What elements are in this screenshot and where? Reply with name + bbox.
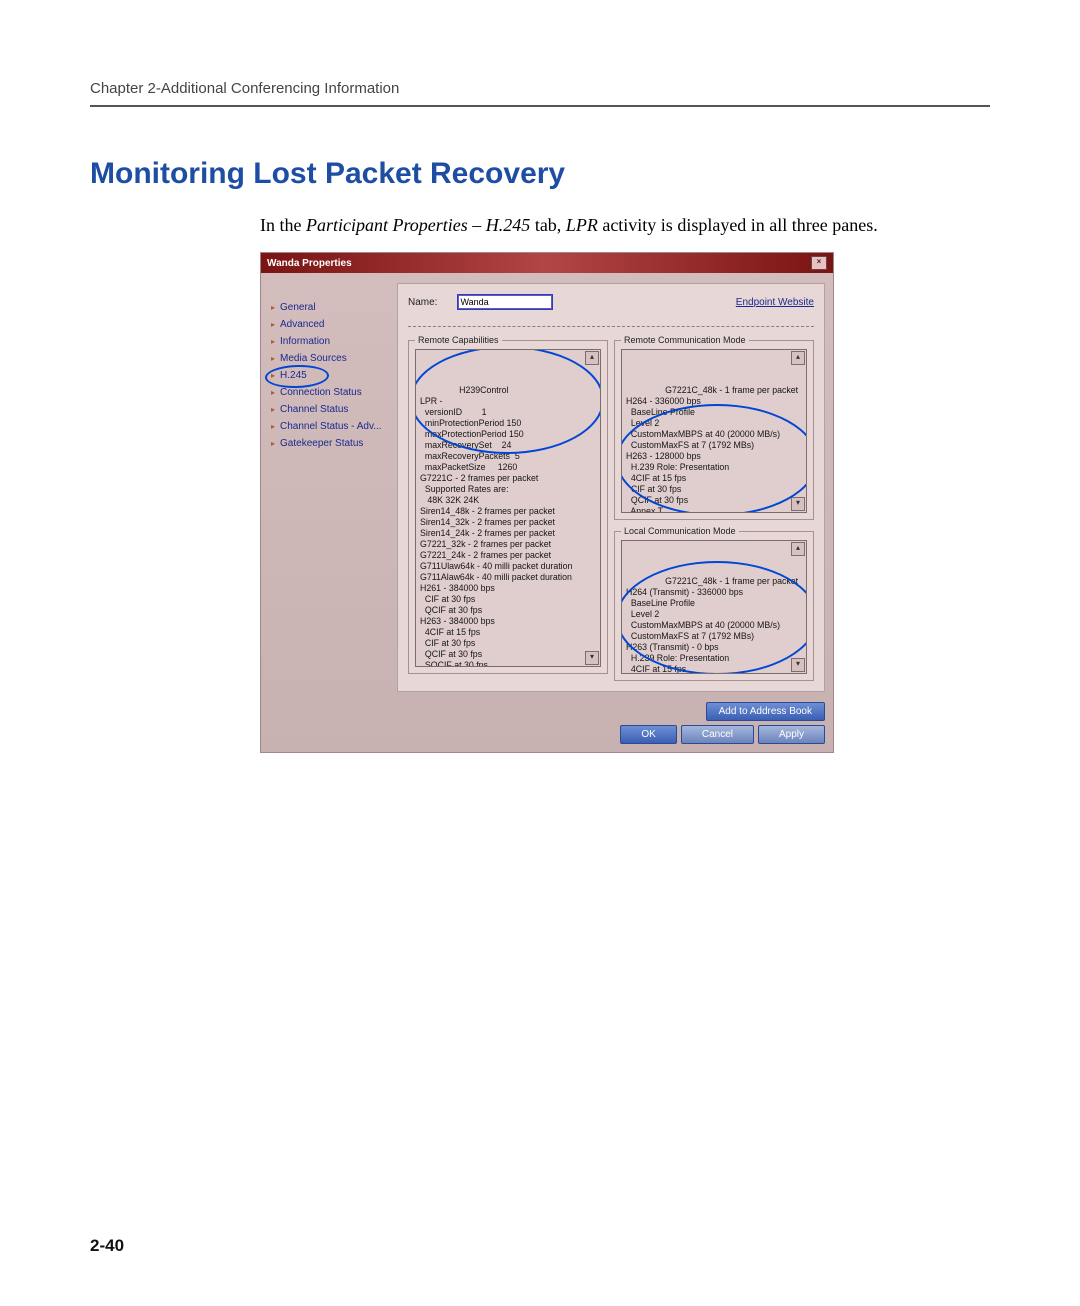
separator — [408, 326, 814, 327]
dialog-titlebar[interactable]: Wanda Properties × — [261, 253, 833, 273]
nav-gatekeeper-status-label: Gatekeeper Status — [280, 438, 363, 449]
remote-capabilities-group: Remote Capabilities ▴ ▾ H239Control LPR … — [408, 335, 608, 674]
nav-media-sources-label: Media Sources — [280, 353, 347, 364]
nav-connection-status[interactable]: ▸ Connection Status — [269, 384, 397, 401]
chevron-right-icon: ▸ — [271, 423, 275, 431]
nav-h245[interactable]: ▸ H.245 — [269, 367, 397, 384]
local-comm-mode-group: Local Communication Mode ▴ ▾ G7221C_48k … — [614, 526, 814, 681]
chevron-right-icon: ▸ — [271, 389, 275, 397]
scroll-down-icon[interactable]: ▾ — [791, 497, 805, 511]
chevron-right-icon: ▸ — [271, 304, 275, 312]
intro-italic: Participant Properties – H.245 — [306, 215, 530, 235]
scroll-down-icon[interactable]: ▾ — [585, 651, 599, 665]
apply-button[interactable]: Apply — [758, 725, 825, 744]
dialog-title: Wanda Properties — [267, 258, 352, 269]
local-comm-mode-legend: Local Communication Mode — [621, 526, 739, 536]
chevron-right-icon: ▸ — [271, 372, 275, 380]
nav-connection-status-label: Connection Status — [280, 387, 362, 398]
nav-general-label: General — [280, 302, 316, 313]
intro-suffix: activity is displayed in all three panes… — [598, 215, 878, 235]
page-number: 2-40 — [90, 1236, 124, 1256]
remote-comm-mode-group: Remote Communication Mode ▴ ▾ G7221C_48k… — [614, 335, 814, 520]
dialog-nav: ▸ General ▸ Advanced ▸ Information ▸ Media S… — [269, 283, 397, 692]
remote-comm-text: G7221C_48k - 1 frame per packet H264 - 3… — [626, 385, 798, 513]
nav-media-sources[interactable]: ▸ Media Sources — [269, 350, 397, 367]
remote-capabilities-text: H239Control LPR - versionID 1 minProtect… — [420, 385, 576, 667]
remote-capabilities-listbox[interactable]: ▴ ▾ H239Control LPR - versionID 1 minPro… — [415, 349, 601, 667]
nav-general[interactable]: ▸ General — [269, 299, 397, 316]
chevron-right-icon: ▸ — [271, 355, 275, 363]
intro-text: In the Participant Properties – H.245 ta… — [260, 213, 990, 238]
nav-advanced[interactable]: ▸ Advanced — [269, 316, 397, 333]
add-to-address-book-button[interactable]: Add to Address Book — [706, 702, 825, 721]
chevron-right-icon: ▸ — [271, 321, 275, 329]
scroll-up-icon[interactable]: ▴ — [585, 351, 599, 365]
section-title: Monitoring Lost Packet Recovery — [90, 157, 990, 191]
dialog-content: Name: Endpoint Website Remote Capabiliti… — [397, 283, 825, 692]
nav-channel-status-adv-label: Channel Status - Adv... — [280, 421, 382, 432]
properties-dialog: Wanda Properties × ▸ General ▸ Advanced ▸ I… — [260, 252, 834, 753]
nav-channel-status-adv[interactable]: ▸ Channel Status - Adv... — [269, 418, 397, 435]
close-icon[interactable]: × — [811, 256, 827, 270]
header-rule — [90, 105, 990, 107]
nav-channel-status-label: Channel Status — [280, 404, 348, 415]
local-comm-listbox[interactable]: ▴ ▾ G7221C_48k - 1 frame per packet H264… — [621, 540, 807, 674]
remote-comm-listbox[interactable]: ▴ ▾ G7221C_48k - 1 frame per packet H264… — [621, 349, 807, 513]
scroll-up-icon[interactable]: ▴ — [791, 542, 805, 556]
endpoint-website-link[interactable]: Endpoint Website — [736, 297, 814, 308]
nav-advanced-label: Advanced — [280, 319, 324, 330]
chapter-header: Chapter 2-Additional Conferencing Inform… — [90, 80, 990, 97]
chevron-right-icon: ▸ — [271, 406, 275, 414]
intro-middle: tab, — [530, 215, 566, 235]
scroll-up-icon[interactable]: ▴ — [791, 351, 805, 365]
nav-information[interactable]: ▸ Information — [269, 333, 397, 350]
ok-button[interactable]: OK — [620, 725, 676, 744]
cancel-button[interactable]: Cancel — [681, 725, 754, 744]
remote-capabilities-legend: Remote Capabilities — [415, 335, 502, 345]
name-label: Name: — [408, 297, 437, 308]
nav-gatekeeper-status[interactable]: ▸ Gatekeeper Status — [269, 435, 397, 452]
intro-italic2: LPR — [566, 215, 598, 235]
name-field[interactable] — [457, 294, 553, 310]
local-comm-text: G7221C_48k - 1 frame per packet H264 (Tr… — [626, 576, 798, 674]
chevron-right-icon: ▸ — [271, 440, 275, 448]
remote-comm-mode-legend: Remote Communication Mode — [621, 335, 749, 345]
nav-information-label: Information — [280, 336, 330, 347]
intro-prefix: In the — [260, 215, 306, 235]
chevron-right-icon: ▸ — [271, 338, 275, 346]
nav-h245-label: H.245 — [280, 370, 307, 381]
nav-channel-status[interactable]: ▸ Channel Status — [269, 401, 397, 418]
scroll-down-icon[interactable]: ▾ — [791, 658, 805, 672]
